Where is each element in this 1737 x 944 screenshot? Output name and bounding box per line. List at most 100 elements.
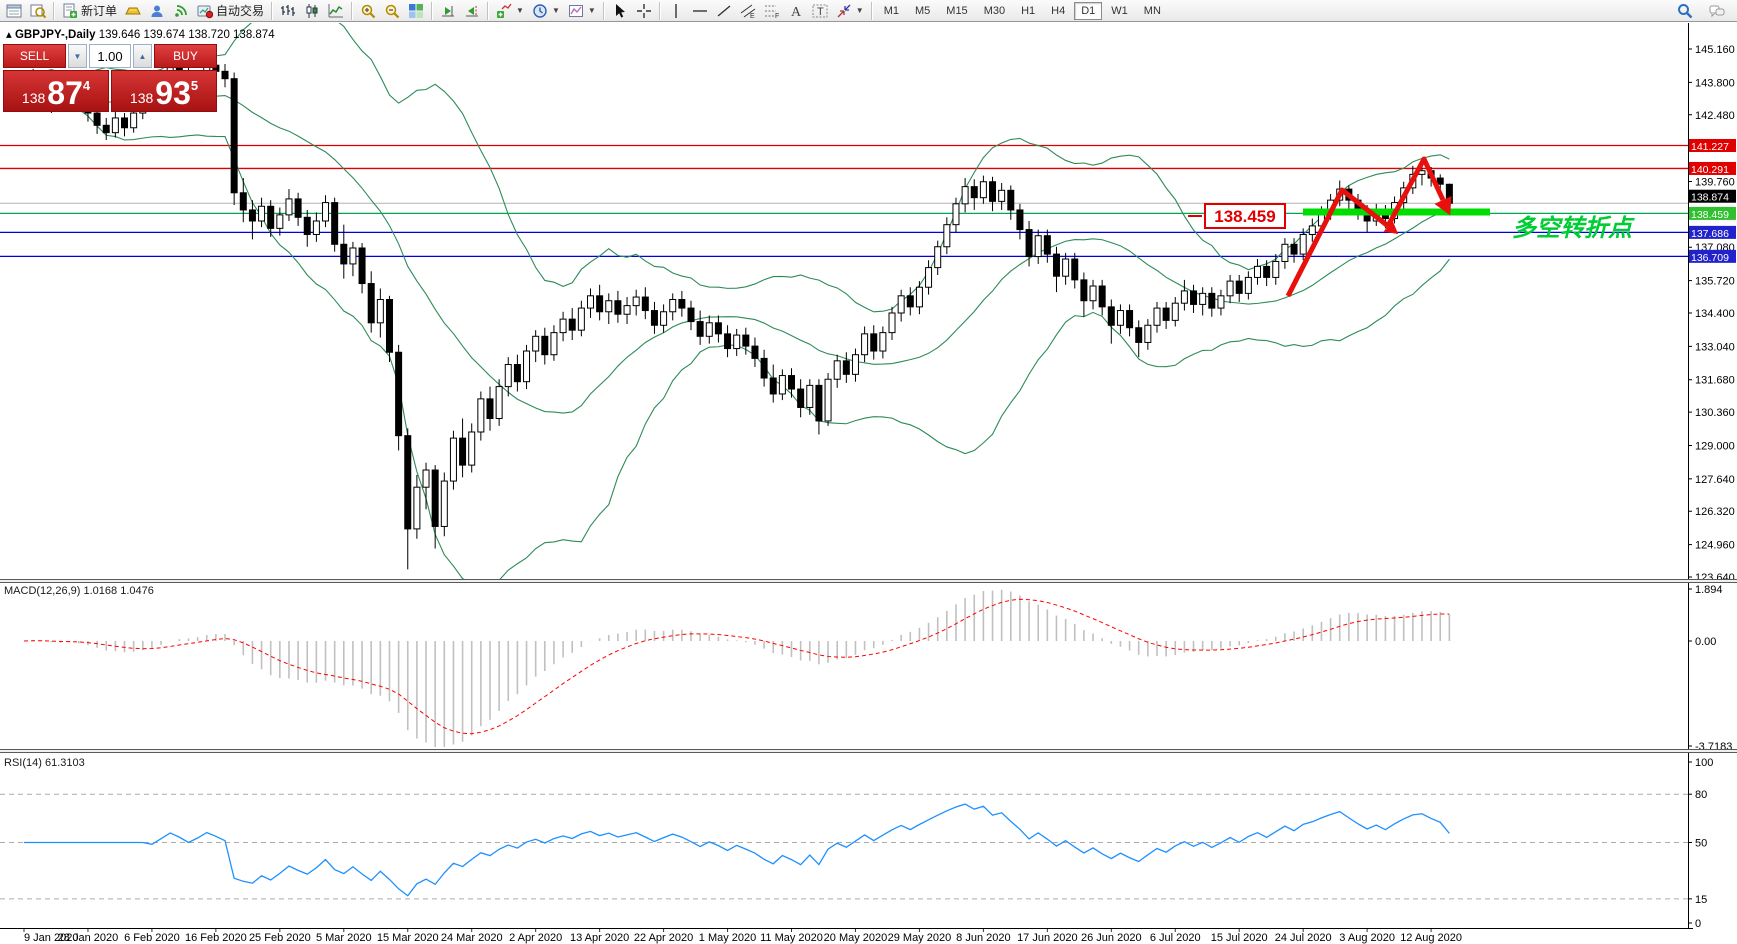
svg-text:139.760: 139.760 — [1695, 176, 1735, 188]
periods-button[interactable]: ▼ — [528, 1, 564, 21]
auto-scroll-button[interactable] — [436, 1, 460, 21]
quotes-button[interactable] — [121, 1, 145, 21]
svg-text:25 Feb 2020: 25 Feb 2020 — [249, 932, 311, 944]
chart-canvas[interactable]: 138.459多空转折点145.160143.800142.480141.120… — [0, 0, 1737, 944]
svg-text:131.680: 131.680 — [1695, 375, 1735, 387]
crosshair-tool-button[interactable] — [632, 1, 656, 21]
ask-sup: 5 — [191, 79, 198, 108]
new-order-button[interactable]: 新订单 — [58, 0, 121, 21]
templates-button[interactable]: ▼ — [564, 1, 600, 21]
tile-windows-button[interactable] — [404, 1, 428, 21]
svg-text:143.800: 143.800 — [1695, 77, 1735, 89]
svg-text:0.00: 0.00 — [1695, 636, 1716, 648]
chart-shift-button[interactable] — [460, 1, 484, 21]
timeframe-m1-button[interactable]: M1 — [877, 2, 906, 20]
svg-text:F: F — [775, 13, 779, 19]
arrows-tool[interactable]: ▼ — [832, 1, 868, 21]
svg-text:80: 80 — [1695, 789, 1707, 801]
svg-text:140.291: 140.291 — [1691, 164, 1729, 176]
text-label-tool[interactable]: T — [808, 1, 832, 21]
text-icon: A — [788, 3, 804, 19]
hline-icon — [692, 3, 708, 19]
timeframe-m5-button[interactable]: M5 — [908, 2, 937, 20]
equidistant-channel-tool[interactable]: E — [736, 1, 760, 21]
collapse-panel-icon[interactable]: ▴ — [6, 29, 12, 41]
svg-text:137.686: 137.686 — [1691, 228, 1729, 240]
cursor-icon — [612, 3, 628, 19]
main-toolbar: 新订单 自动交易 ▼ ▼ ▼ E F AT ▼ M1M5M15M30H1H4D1W1MN — [0, 0, 1737, 22]
dropdown-arrow-icon[interactable]: ▼ — [588, 6, 596, 15]
ask-main: 93 — [155, 79, 191, 108]
chat-button[interactable] — [1705, 1, 1729, 21]
svg-text:5 Mar 2020: 5 Mar 2020 — [316, 932, 372, 944]
svg-text:11 May 2020: 11 May 2020 — [760, 932, 823, 944]
buy-button[interactable]: BUY — [154, 44, 217, 68]
zoom-out-button[interactable] — [380, 1, 404, 21]
bar-chart-button[interactable] — [276, 1, 300, 21]
vertical-line-tool[interactable] — [664, 1, 688, 21]
periods-icon — [532, 3, 548, 19]
chart-shift-icon — [464, 3, 480, 19]
svg-text:124.960: 124.960 — [1695, 540, 1735, 552]
symbol-period-label: GBPJPY-,Daily — [15, 29, 96, 41]
svg-text:50: 50 — [1695, 838, 1707, 850]
timeframe-mn-button[interactable]: MN — [1137, 2, 1168, 20]
toolbar-separator — [871, 2, 873, 20]
autotrading-button[interactable]: 自动交易 — [193, 0, 268, 21]
market-watch-button[interactable] — [2, 1, 26, 21]
svg-text:142.480: 142.480 — [1695, 110, 1735, 122]
dropdown-arrow-icon[interactable]: ▼ — [516, 6, 524, 15]
sell-button[interactable]: SELL — [3, 44, 66, 68]
bid-sup: 4 — [83, 79, 90, 108]
timeframe-w1-button[interactable]: W1 — [1104, 2, 1135, 20]
horizontal-line-tool[interactable] — [688, 1, 712, 21]
svg-text:141.227: 141.227 — [1691, 141, 1729, 153]
indicators-button[interactable]: ▼ — [492, 1, 528, 21]
timeframe-d1-button[interactable]: D1 — [1074, 2, 1102, 20]
timeframe-m15-button[interactable]: M15 — [939, 2, 974, 20]
candlestick-chart-button[interactable] — [300, 1, 324, 21]
trendline-icon — [716, 3, 732, 19]
text-tool[interactable]: A — [784, 1, 808, 21]
annotation-note-text: 多空转折点 — [1512, 215, 1635, 242]
vline-icon — [668, 3, 684, 19]
community-button[interactable] — [145, 1, 169, 21]
fibo-icon: F — [764, 3, 780, 19]
svg-text:16 Feb 2020: 16 Feb 2020 — [185, 932, 247, 944]
svg-text:17 Jun 2020: 17 Jun 2020 — [1017, 932, 1078, 944]
data-window-button[interactable] — [26, 1, 50, 21]
timeframe-m30-button[interactable]: M30 — [977, 2, 1012, 20]
svg-text:28 Jan 2020: 28 Jan 2020 — [58, 932, 119, 944]
svg-text:12 Aug 2020: 12 Aug 2020 — [1400, 932, 1462, 944]
signals-button[interactable] — [169, 1, 193, 21]
zoom-in-button[interactable] — [356, 1, 380, 21]
timeframe-h4-button[interactable]: H4 — [1044, 2, 1072, 20]
line-chart-button[interactable] — [324, 1, 348, 21]
svg-text:3 Aug 2020: 3 Aug 2020 — [1339, 932, 1395, 944]
bid-price-box[interactable]: 138 87 4 — [3, 70, 109, 112]
volume-increase-button[interactable]: ▲ — [133, 44, 152, 68]
trendline-tool[interactable] — [712, 1, 736, 21]
ask-price-box[interactable]: 138 93 5 — [111, 70, 217, 112]
dropdown-arrow-icon[interactable]: ▼ — [552, 6, 560, 15]
volume-decrease-button[interactable]: ▼ — [68, 44, 87, 68]
svg-text:0: 0 — [1695, 918, 1701, 930]
svg-text:6 Jul 2020: 6 Jul 2020 — [1150, 932, 1201, 944]
search-button[interactable] — [1673, 1, 1697, 21]
search-icon — [1677, 3, 1693, 19]
timeframe-h1-button[interactable]: H1 — [1014, 2, 1042, 20]
svg-text:A: A — [791, 5, 802, 19]
cursor-tool-button[interactable] — [608, 1, 632, 21]
svg-text:15: 15 — [1695, 894, 1707, 906]
toolbar-separator — [659, 2, 661, 20]
svg-text:1.894: 1.894 — [1695, 584, 1723, 596]
dropdown-arrow-icon[interactable]: ▼ — [856, 6, 864, 15]
svg-text:15 Jul 2020: 15 Jul 2020 — [1211, 932, 1268, 944]
data-window-icon — [30, 3, 46, 19]
fibonacci-tool[interactable]: F — [760, 1, 784, 21]
volume-input[interactable] — [89, 44, 131, 68]
svg-text:145.160: 145.160 — [1695, 44, 1735, 56]
toolbar-separator — [603, 2, 605, 20]
rsi-indicator-label: RSI(14) 61.3103 — [4, 757, 85, 769]
crosshair-icon — [636, 3, 652, 19]
